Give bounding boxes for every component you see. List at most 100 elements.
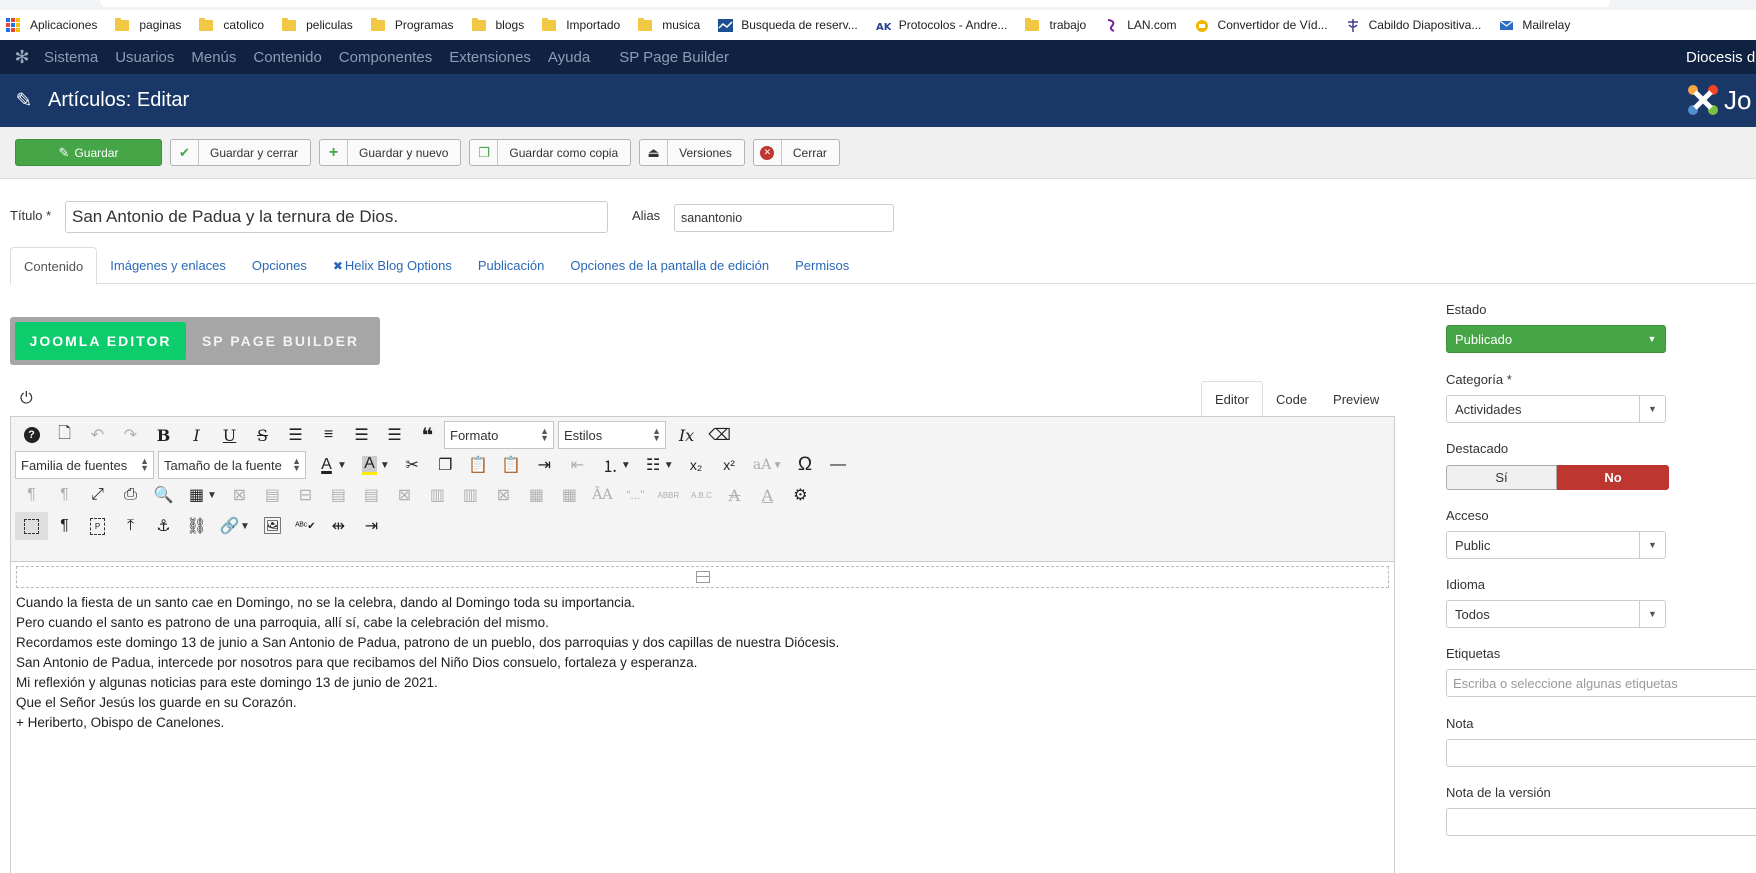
bookmark-convertidor[interactable]: Convertidor de Víd... (1195, 18, 1328, 32)
etiquetas-input[interactable]: Escriba o seleccione algunas etiquetas (1446, 669, 1756, 697)
align-left-icon[interactable]: ☰ (345, 421, 378, 449)
chevron-down-icon[interactable]: ▼ (380, 460, 390, 471)
bookmark-cabildo[interactable]: Cabildo Diapositiva... (1346, 18, 1481, 32)
table-row-delete-icon[interactable]: ⊟ (289, 481, 322, 509)
categoria-select[interactable]: Actividades ▼ (1446, 395, 1666, 423)
menu-sp-page-builder[interactable]: SP Page Builder (619, 49, 729, 66)
tab-helix[interactable]: ✖ Helix Blog Options (320, 247, 465, 284)
save-close-button[interactable]: ✔ Guardar y cerrar (170, 139, 312, 166)
table-row-before-icon[interactable]: ▤ (322, 481, 355, 509)
abbr-icon[interactable]: ABBR (652, 481, 685, 509)
visual-blocks-icon[interactable] (15, 512, 48, 540)
site-name-link[interactable]: Diocesis d (1686, 49, 1755, 66)
table-delete-icon[interactable]: ⊠ (223, 481, 256, 509)
bookmark-lan[interactable]: LAN.com (1104, 18, 1177, 32)
menu-extensiones[interactable]: Extensiones (449, 49, 531, 66)
gear-icon[interactable]: ⚙ (784, 481, 817, 509)
clear-formatting-icon[interactable]: Ix (670, 421, 703, 449)
menu-componentes[interactable]: Componentes (339, 49, 432, 66)
align-justify-icon[interactable]: ☰ (279, 421, 312, 449)
new-document-icon[interactable]: 🗋 (48, 421, 81, 449)
tab-contenido[interactable]: Contenido (10, 247, 98, 285)
joomla-logo-icon[interactable]: ✻ (0, 47, 44, 68)
table-col-before-icon[interactable]: ▥ (421, 481, 454, 509)
address-bar[interactable] (100, 0, 1610, 7)
chevron-down-icon[interactable]: ▼ (773, 460, 783, 471)
alias-input[interactable]: sanantonio (674, 204, 894, 232)
acronym-icon[interactable]: A.B.C (685, 481, 718, 509)
save-new-button[interactable]: + Guardar y nuevo (319, 139, 462, 166)
bookmark-apps[interactable]: Aplicaciones (6, 18, 97, 32)
bookmark-protocolos[interactable]: AK Protocolos - Andre... (876, 18, 1008, 32)
estado-select[interactable]: Publicado ▼ (1446, 325, 1666, 353)
subscript-icon[interactable]: x₂ (680, 451, 713, 479)
help-icon[interactable]: ? (15, 421, 48, 449)
anchor-icon[interactable]: ⚓ (147, 512, 180, 540)
destacado-si-button[interactable]: Sí (1446, 465, 1557, 490)
tab-publicacion[interactable]: Publicación (465, 247, 558, 284)
horizontal-rule-icon[interactable]: — (822, 451, 855, 479)
table-cell-delete-icon[interactable]: ⊠ (487, 481, 520, 509)
insert-template-icon[interactable]: ⇥ (355, 512, 388, 540)
save-copy-button[interactable]: ❐ Guardar como copia (469, 139, 632, 166)
table-merge-icon[interactable]: ▦ (520, 481, 553, 509)
page-break-icon[interactable]: ⇹ (322, 512, 355, 540)
bookmark-trabajo[interactable]: trabajo (1025, 17, 1086, 32)
redo-icon[interactable]: ↷ (114, 421, 147, 449)
power-icon[interactable]: ⏻ (20, 390, 33, 408)
image-icon[interactable]: 🖼 (256, 512, 289, 540)
superscript-icon[interactable]: x² (713, 451, 746, 479)
eraser-icon[interactable]: ⌫ (703, 421, 736, 449)
bold-icon[interactable]: B (147, 421, 180, 449)
underline-a-icon[interactable]: A (751, 481, 784, 509)
ltr-icon[interactable]: ¶ (15, 481, 48, 509)
tab-imagenes[interactable]: Imágenes y enlaces (97, 247, 239, 284)
bookmark-peliculas[interactable]: peliculas (282, 17, 353, 32)
menu-usuarios[interactable]: Usuarios (115, 49, 174, 66)
format-select[interactable]: Formato ▲ ▼ (444, 421, 554, 449)
table-col-after-icon[interactable]: ▥ (454, 481, 487, 509)
tab-permisos[interactable]: Permisos (782, 247, 862, 284)
align-right-icon[interactable]: ☰ (378, 421, 411, 449)
fullscreen-icon[interactable]: ⤢ (81, 481, 114, 509)
outdent-icon[interactable]: ⇤ (561, 451, 594, 479)
save-button[interactable]: ✎ Guardar (15, 139, 162, 166)
menu-menus[interactable]: Menús (191, 49, 236, 66)
pilcrow-icon[interactable]: ¶ (48, 512, 81, 540)
underline-icon[interactable]: U (213, 421, 246, 449)
align-center-icon[interactable]: ≡ (312, 421, 345, 449)
destacado-no-button[interactable]: No (1557, 465, 1669, 490)
spellcheck-icon[interactable]: ᴬᴮᶜ✔ (289, 512, 322, 540)
cut-icon[interactable]: ✂ (396, 451, 429, 479)
blockquote-icon[interactable]: ❝ (411, 421, 444, 449)
menu-contenido[interactable]: Contenido (253, 49, 321, 66)
bookmark-programas[interactable]: Programas (370, 17, 454, 32)
indent-icon[interactable]: ⇥ (528, 451, 561, 479)
table-split-icon[interactable]: ▦ (553, 481, 586, 509)
chevron-down-icon[interactable]: ▼ (207, 490, 217, 501)
bookmark-mailrelay[interactable]: Mailrelay (1499, 18, 1570, 32)
font-case-icon[interactable]: ĀA (586, 481, 619, 509)
tab-opciones[interactable]: Opciones (239, 247, 320, 284)
upload-icon[interactable]: ⤒ (114, 512, 147, 540)
print-icon[interactable]: ⎙ (114, 481, 147, 509)
special-char-icon[interactable]: Ω (789, 451, 822, 479)
versions-button[interactable]: ⏏ Versiones (639, 139, 745, 166)
bookmark-importado[interactable]: Importado (542, 17, 620, 32)
table-col-delete-icon[interactable]: ⊠ (388, 481, 421, 509)
chevron-down-icon[interactable]: ▼ (621, 460, 631, 471)
strike-a-icon[interactable]: A (718, 481, 751, 509)
tab-preview[interactable]: Preview (1320, 381, 1392, 417)
close-button[interactable]: ✕ Cerrar (752, 139, 840, 166)
idioma-select[interactable]: Todos ▼ (1446, 600, 1666, 628)
chevron-down-icon[interactable]: ▼ (337, 460, 347, 471)
undo-icon[interactable]: ↶ (81, 421, 114, 449)
strikethrough-icon[interactable]: S (246, 421, 279, 449)
bookmark-catolico[interactable]: catolico (199, 17, 264, 32)
paragraph-block-icon[interactable]: P (81, 512, 114, 540)
joomla-editor-button[interactable]: JOOMLA EDITOR (15, 322, 186, 360)
chevron-down-icon[interactable]: ▼ (664, 460, 674, 471)
bookmark-paginas[interactable]: paginas (115, 17, 181, 32)
bookmark-musica[interactable]: musica (638, 17, 700, 32)
title-input[interactable]: San Antonio de Padua y la ternura de Dio… (65, 201, 608, 233)
